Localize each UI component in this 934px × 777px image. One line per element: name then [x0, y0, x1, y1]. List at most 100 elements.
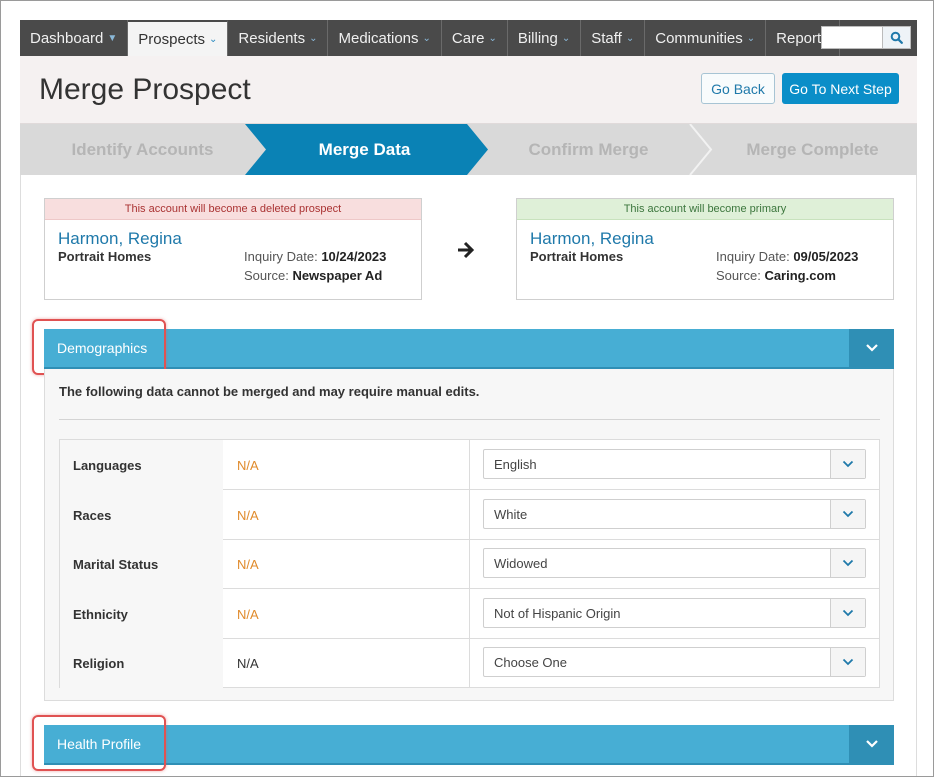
nav-label: Staff	[591, 29, 622, 47]
nav-search	[821, 26, 911, 49]
field-label: Marital Status	[60, 539, 223, 589]
inquiry-label: Inquiry Date:	[716, 249, 790, 264]
table-row: Languages N/A English	[60, 440, 879, 490]
select-toggle[interactable]	[830, 549, 865, 577]
arrow-right-icon	[458, 241, 475, 259]
inquiry-date: Inquiry Date: 09/05/2023	[716, 249, 858, 264]
search-icon	[890, 31, 903, 44]
select-cell: English	[469, 440, 879, 490]
demographics-panel: The following data cannot be merged and …	[44, 369, 894, 701]
step-identify-accounts: Identify Accounts	[71, 139, 214, 159]
source-label: Source:	[716, 268, 761, 283]
inquiry-value: 10/24/2023	[321, 249, 387, 264]
nav-dashboard[interactable]: Dashboard ▼	[20, 20, 129, 56]
deleted-value: N/A	[237, 606, 259, 622]
races-select[interactable]: White	[483, 499, 866, 529]
field-label: Languages	[60, 440, 223, 490]
nav-label: Prospects	[138, 30, 205, 48]
demographics-section-header[interactable]: Demographics	[44, 329, 894, 369]
table-row: Marital Status N/A Widowed	[60, 539, 879, 589]
nav-residents[interactable]: Residents ⌄	[228, 20, 329, 56]
inquiry-date: Inquiry Date: 10/24/2023	[244, 249, 386, 264]
deleted-account-card: This account will become a deleted prosp…	[44, 198, 422, 300]
chevron-down-icon	[842, 559, 854, 567]
marital-status-select[interactable]: Widowed	[483, 548, 866, 578]
go-back-button[interactable]: Go Back	[701, 73, 775, 104]
source: Source: Caring.com	[716, 268, 836, 283]
chevron-down-icon	[842, 609, 854, 617]
select-cell: White	[469, 490, 879, 540]
primary-account-card: This account will become primary Harmon,…	[516, 198, 894, 300]
source-value: Newspaper Ad	[292, 268, 383, 283]
field-label: Races	[60, 490, 223, 540]
chevron-down-icon: ▼	[107, 32, 118, 44]
collapse-toggle[interactable]	[849, 329, 894, 367]
select-toggle[interactable]	[830, 648, 865, 676]
demographics-grid: Languages N/A English Races N/A White Ma…	[59, 439, 880, 688]
nav-communities[interactable]: Communities ⌄	[645, 20, 767, 56]
select-cell: Choose One	[469, 638, 879, 688]
chevron-down-icon: ⌄	[561, 32, 571, 44]
chevron-down-icon	[865, 344, 878, 352]
page-title: Merge Prospect	[39, 73, 251, 106]
search-button[interactable]	[882, 27, 910, 48]
inquiry-value: 09/05/2023	[793, 249, 859, 264]
community-name: Portrait Homes	[58, 249, 152, 264]
chevron-down-icon: ⌄	[422, 32, 431, 44]
page-header: Merge Prospect Go Back Go To Next Step	[20, 56, 917, 124]
select-toggle[interactable]	[830, 599, 865, 627]
nav-medications[interactable]: Medications ⌄	[328, 20, 442, 56]
step-merge-complete: Merge Complete	[746, 139, 879, 159]
nav-label: Residents	[238, 29, 306, 47]
app-window: Dashboard ▼ Prospects ⌄ Residents ⌄ Medicat…	[0, 0, 934, 777]
step-confirm-merge: Confirm Merge	[528, 139, 649, 159]
ethnicity-select[interactable]: Not of Hispanic Origin	[483, 598, 866, 628]
source-value: Caring.com	[764, 268, 836, 283]
select-value: Choose One	[494, 654, 567, 670]
community-name: Portrait Homes	[530, 249, 624, 264]
deleted-value: N/A	[237, 556, 259, 572]
select-value: English	[494, 456, 537, 472]
table-row: Religion N/A Choose One	[60, 638, 879, 688]
nav-care[interactable]: Care ⌄	[442, 20, 508, 56]
deleted-value: N/A	[237, 457, 259, 473]
top-nav: Dashboard ▼ Prospects ⌄ Residents ⌄ Medicat…	[20, 20, 917, 56]
chevron-down-icon	[865, 740, 878, 748]
merge-note: The following data cannot be merged and …	[59, 384, 480, 399]
account-name-link[interactable]: Harmon, Regina	[530, 229, 654, 249]
table-row: Ethnicity N/A Not of Hispanic Origin	[60, 589, 879, 639]
highlight-box	[32, 715, 166, 771]
collapse-toggle[interactable]	[849, 725, 894, 763]
select-cell: Widowed	[469, 539, 879, 589]
chevron-down-icon: ⌄	[309, 32, 318, 44]
go-next-step-button[interactable]: Go To Next Step	[782, 73, 899, 104]
table-row: Races N/A White	[60, 490, 879, 540]
nav-staff[interactable]: Staff ⌄	[581, 20, 646, 56]
nav-label: Communities	[655, 29, 743, 47]
merge-steps: Identify Accounts Merge Data Confirm Mer…	[20, 124, 917, 175]
select-value: White	[494, 506, 528, 522]
chevron-down-icon: ⌄	[209, 33, 218, 45]
select-cell: Not of Hispanic Origin	[469, 589, 879, 639]
source: Source: Newspaper Ad	[244, 268, 382, 283]
inquiry-label: Inquiry Date:	[244, 249, 318, 264]
select-toggle[interactable]	[830, 500, 865, 528]
divider	[59, 419, 880, 420]
select-value: Not of Hispanic Origin	[494, 605, 621, 621]
nav-prospects[interactable]: Prospects ⌄	[128, 20, 229, 56]
deleted-value: N/A	[237, 655, 259, 671]
step-merge-data: Merge Data	[318, 139, 411, 159]
nav-label: Dashboard	[30, 29, 104, 47]
field-label: Religion	[60, 638, 223, 688]
search-input[interactable]	[822, 27, 882, 48]
chevron-down-icon	[842, 658, 854, 666]
account-name-link[interactable]: Harmon, Regina	[58, 229, 182, 249]
languages-select[interactable]: English	[483, 449, 866, 479]
primary-banner: This account will become primary	[517, 199, 893, 220]
health-profile-section-header[interactable]: Health Profile	[44, 725, 894, 765]
select-toggle[interactable]	[830, 450, 865, 478]
deleted-value: N/A	[237, 507, 259, 523]
religion-select[interactable]: Choose One	[483, 647, 866, 677]
chevron-down-icon	[842, 510, 854, 518]
nav-billing[interactable]: Billing ⌄	[508, 20, 582, 56]
